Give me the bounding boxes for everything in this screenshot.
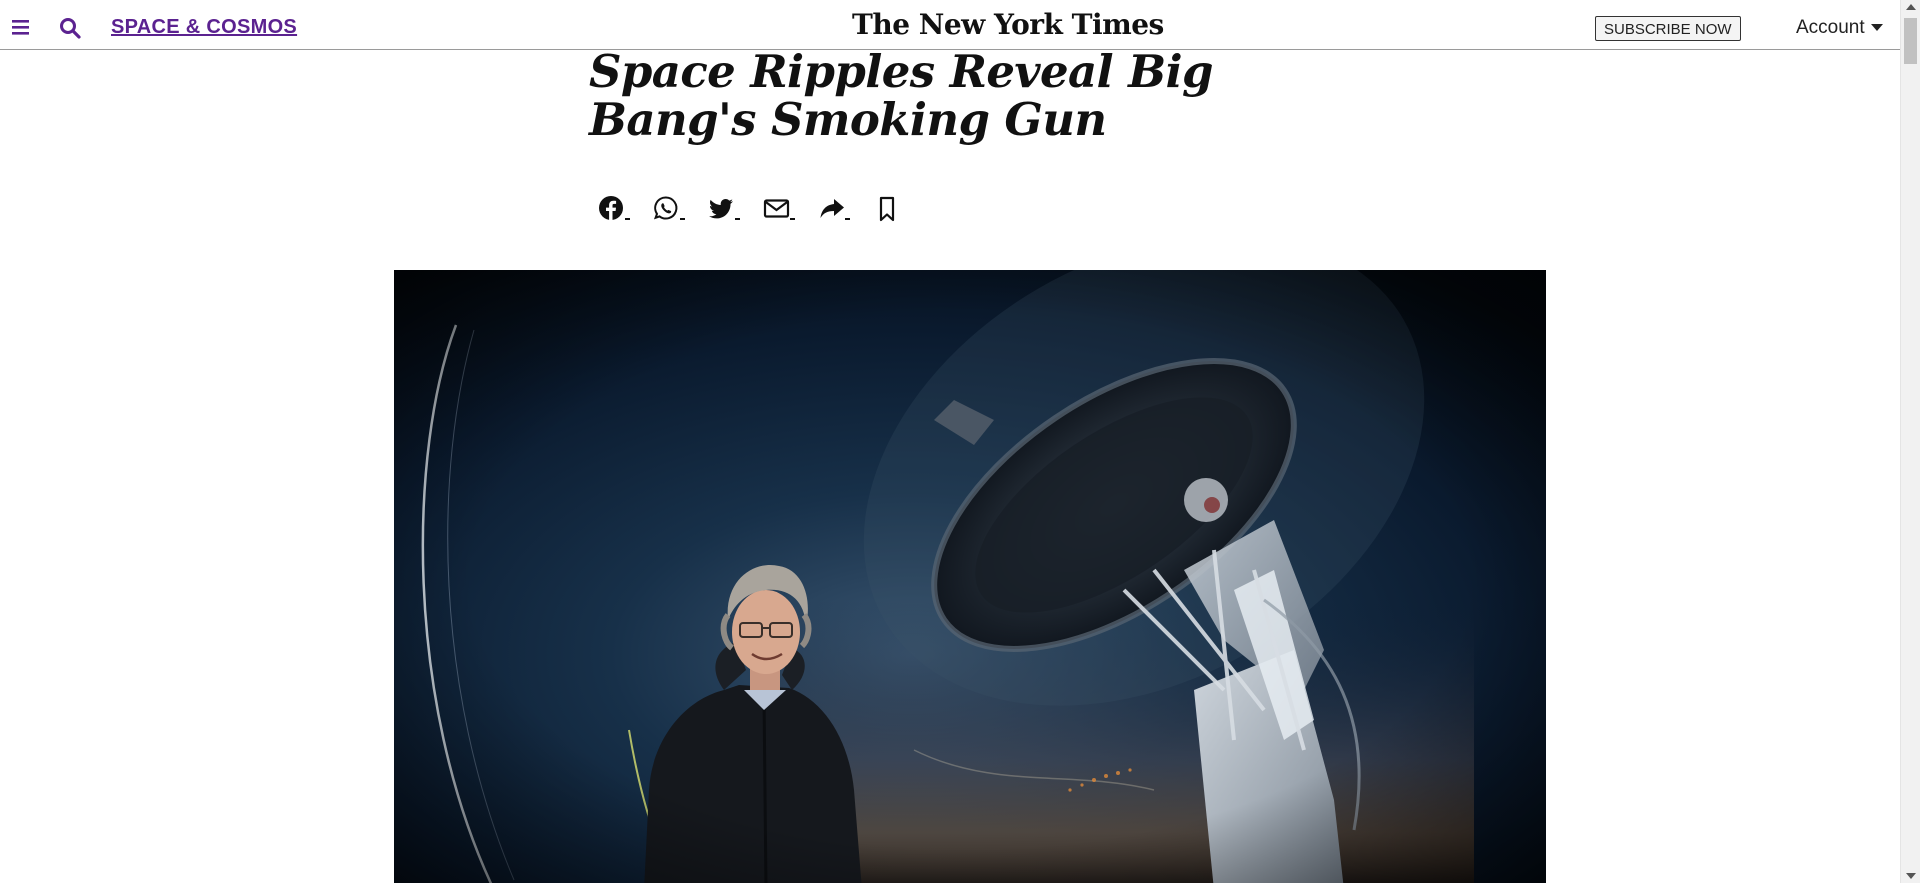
save-article-button[interactable]	[873, 193, 928, 225]
scroll-down-arrow-icon[interactable]	[1906, 873, 1916, 879]
menu-button[interactable]	[10, 16, 32, 38]
whatsapp-icon	[653, 196, 678, 220]
scrollbar-thumb[interactable]	[1904, 18, 1917, 64]
article-headline: Space Ripples Reveal Big Bang's Smoking …	[589, 45, 1213, 146]
twitter-share-button[interactable]	[708, 193, 763, 225]
scroll-up-arrow-icon[interactable]	[1906, 4, 1916, 10]
facebook-share-button[interactable]	[598, 193, 653, 225]
site-header: SPACE & COSMOS The New York Times SUBSCR…	[0, 0, 1900, 50]
account-menu-button[interactable]: Account	[1796, 17, 1883, 39]
page-scrollbar[interactable]	[1900, 0, 1920, 883]
share-tick	[845, 218, 850, 220]
nyt-logo[interactable]: The New York Times	[852, 8, 1164, 41]
whatsapp-share-button[interactable]	[653, 193, 708, 225]
caret-down-icon	[1870, 24, 1883, 32]
share-tick	[625, 218, 630, 220]
section-link[interactable]: SPACE & COSMOS	[111, 16, 297, 39]
facebook-icon	[599, 196, 623, 221]
twitter-icon	[709, 199, 733, 219]
share-toolbar	[598, 193, 928, 225]
share-tick	[680, 218, 685, 220]
share-tick	[790, 218, 795, 220]
bookmark-icon	[879, 196, 895, 222]
more-share-button[interactable]	[818, 193, 873, 225]
hamburger-menu-icon	[12, 20, 29, 35]
search-button[interactable]	[58, 16, 82, 40]
article-lead-image	[394, 270, 1546, 883]
telescope-portrait-image	[394, 270, 1546, 883]
email-share-button[interactable]	[763, 193, 818, 225]
search-icon	[60, 18, 81, 39]
account-label: Account	[1796, 17, 1865, 38]
email-icon	[763, 199, 790, 218]
share-arrow-icon	[820, 199, 844, 218]
share-tick	[735, 218, 740, 220]
article-page: SPACE & COSMOS The New York Times SUBSCR…	[0, 0, 1920, 883]
subscribe-button[interactable]: SUBSCRIBE NOW	[1595, 16, 1741, 41]
